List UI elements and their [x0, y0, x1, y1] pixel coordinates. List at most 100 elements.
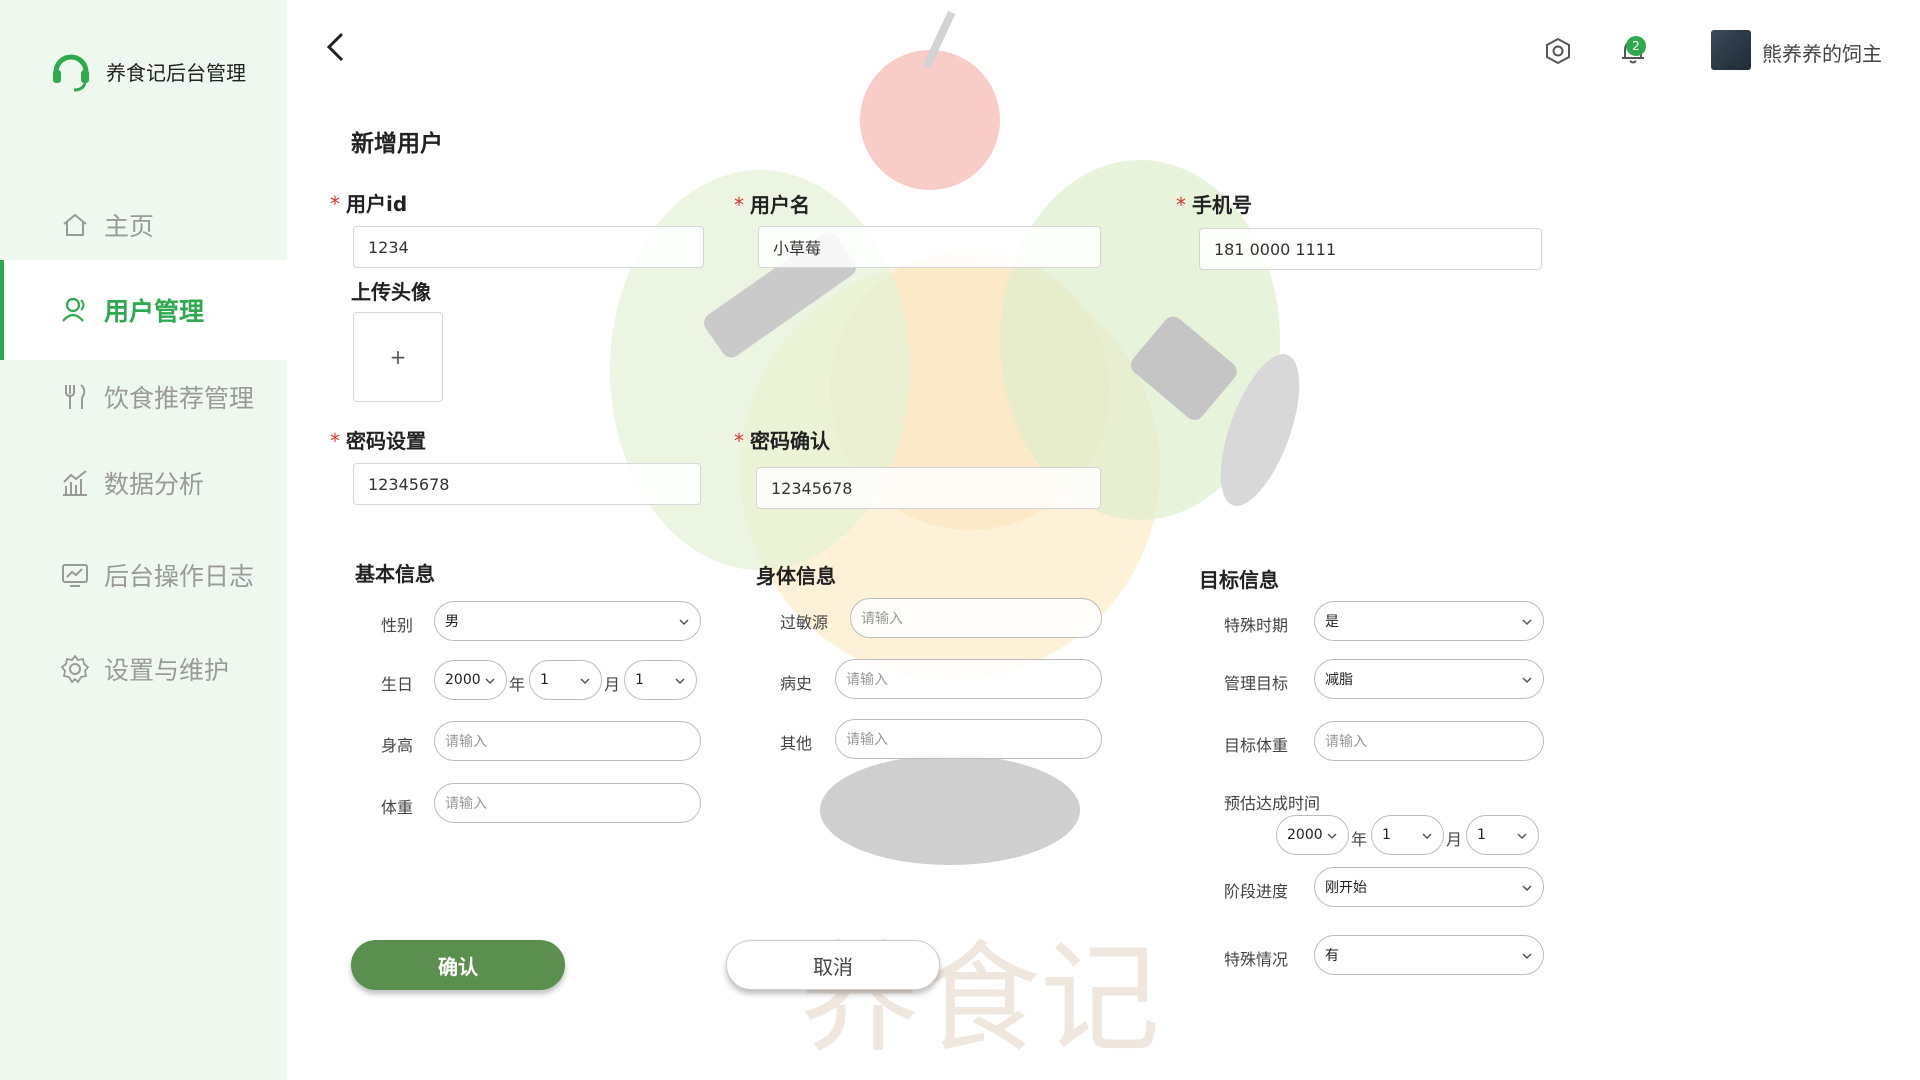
birth-day-value: 1	[635, 672, 644, 688]
year-unit: 年	[509, 675, 526, 694]
user-id-label-text: 用户id	[346, 192, 408, 216]
chevron-down-icon	[580, 678, 590, 685]
password-label: * 密码设置	[330, 425, 426, 454]
eta-year-select[interactable]: 2000	[1276, 815, 1349, 855]
confirm-button[interactable]: 确认	[351, 940, 565, 990]
chevron-down-icon	[679, 619, 689, 626]
password-confirm-input[interactable]	[756, 467, 1101, 509]
nav-item-settings[interactable]: 设置与维护	[0, 634, 287, 704]
brand: 养食记后台管理	[50, 50, 246, 92]
avatar-upload-label: 上传头像	[351, 280, 431, 304]
chevron-down-icon	[1517, 833, 1527, 840]
weight-input[interactable]: 请输入	[434, 783, 701, 823]
username[interactable]: 熊养养的饲主	[1762, 38, 1882, 67]
phone-input[interactable]	[1199, 228, 1542, 270]
user-name-input[interactable]	[758, 226, 1101, 268]
birth-year-select[interactable]: 2000	[434, 660, 507, 700]
back-arrow-icon[interactable]	[320, 30, 350, 64]
eta-year-value: 2000	[1287, 827, 1323, 843]
birthday-label: 生日	[381, 675, 414, 694]
month-unit: 月	[604, 675, 621, 694]
stage-value: 刚开始	[1325, 880, 1367, 896]
height-input[interactable]: 请输入	[434, 721, 701, 761]
settings-hexagon-icon[interactable]	[1543, 36, 1573, 66]
stage-select[interactable]: 刚开始	[1314, 867, 1544, 907]
nav-item-diet[interactable]: 饮食推荐管理	[0, 362, 287, 432]
allergen-label: 过敏源	[780, 613, 829, 632]
birth-month-value: 1	[540, 672, 549, 688]
special-period-label: 特殊时期	[1224, 616, 1289, 635]
chevron-down-icon	[675, 678, 685, 685]
user-id-input[interactable]	[353, 226, 704, 268]
medical-history-input[interactable]: 请输入	[835, 659, 1102, 699]
user-icon	[62, 297, 85, 322]
nav-item-users[interactable]: 用户管理	[0, 260, 287, 360]
eta-label: 预估达成时间	[1224, 794, 1321, 813]
eta-month-select[interactable]: 1	[1371, 815, 1444, 855]
chart-icon	[63, 470, 87, 496]
gear-icon	[60, 654, 90, 684]
home-icon	[63, 213, 87, 236]
nav-item-logs[interactable]: 后台操作日志	[0, 540, 287, 610]
nav-label-logs: 后台操作日志	[104, 562, 255, 591]
target-weight-label: 目标体重	[1224, 736, 1289, 755]
avatar-upload-button[interactable]: +	[353, 312, 443, 402]
chevron-down-icon	[1522, 619, 1532, 626]
notification-badge: 2	[1626, 36, 1646, 56]
phone-label-text: 手机号	[1192, 193, 1252, 217]
allergen-input[interactable]: 请输入	[850, 598, 1102, 638]
goal-info-title: 目标信息	[1199, 568, 1279, 592]
headset-logo-icon	[53, 54, 89, 92]
nav-item-analytics[interactable]: 数据分析	[0, 448, 287, 518]
required-mark: *	[330, 192, 340, 216]
eta-year-unit: 年	[1351, 830, 1368, 849]
chevron-down-icon	[1422, 833, 1432, 840]
basic-info-title: 基本信息	[355, 562, 435, 586]
special-case-select[interactable]: 有	[1314, 935, 1544, 975]
manage-goal-value: 减脂	[1325, 672, 1353, 688]
password-label-text: 密码设置	[346, 429, 426, 453]
eta-month-value: 1	[1382, 827, 1391, 843]
chevron-down-icon	[1327, 833, 1337, 840]
password-input[interactable]	[353, 463, 701, 505]
gender-value: 男	[445, 614, 459, 630]
phone-label: * 手机号	[1176, 189, 1252, 218]
password-confirm-label: * 密码确认	[734, 425, 830, 454]
required-mark: *	[734, 429, 744, 453]
gender-label: 性别	[381, 616, 414, 635]
nav-label-users: 用户管理	[104, 297, 205, 326]
manage-goal-select[interactable]: 减脂	[1314, 659, 1544, 699]
nav-label-analytics: 数据分析	[104, 470, 205, 499]
nav-label-diet: 饮食推荐管理	[104, 384, 255, 413]
password-confirm-label-text: 密码确认	[750, 429, 830, 453]
other-input[interactable]: 请输入	[835, 719, 1102, 759]
birth-month-select[interactable]: 1	[529, 660, 602, 700]
required-mark: *	[1176, 193, 1186, 217]
manage-goal-label: 管理目标	[1224, 674, 1289, 693]
chevron-down-icon	[1522, 677, 1532, 684]
nav-label-settings: 设置与维护	[104, 656, 230, 685]
special-period-select[interactable]: 是	[1314, 601, 1544, 641]
eta-month-unit: 月	[1446, 830, 1463, 849]
avatar[interactable]	[1711, 30, 1751, 70]
user-id-label: * 用户id	[330, 188, 407, 217]
eta-day-select[interactable]: 1	[1466, 815, 1539, 855]
special-period-value: 是	[1325, 614, 1339, 630]
fork-knife-icon	[65, 384, 86, 409]
user-name-label-text: 用户名	[750, 193, 810, 217]
chevron-down-icon	[1522, 953, 1532, 960]
sidebar: 养食记后台管理 主页 用户管理 饮食推荐管理 数据分析 后台操作日志 设置与维护	[0, 0, 287, 1080]
cancel-button[interactable]: 取消	[726, 940, 940, 990]
target-weight-input[interactable]: 请输入	[1314, 721, 1544, 761]
special-case-value: 有	[1325, 948, 1339, 964]
page-title: 新增用户	[351, 131, 443, 157]
brand-name: 养食记后台管理	[106, 60, 246, 85]
gender-select[interactable]: 男	[434, 601, 701, 641]
height-label: 身高	[381, 736, 414, 755]
nav-item-home[interactable]: 主页	[0, 190, 287, 260]
required-mark: *	[330, 429, 340, 453]
birth-day-select[interactable]: 1	[624, 660, 697, 700]
monitor-icon	[62, 564, 88, 587]
nav-label-home: 主页	[104, 212, 155, 241]
birth-year-value: 2000	[445, 672, 481, 688]
